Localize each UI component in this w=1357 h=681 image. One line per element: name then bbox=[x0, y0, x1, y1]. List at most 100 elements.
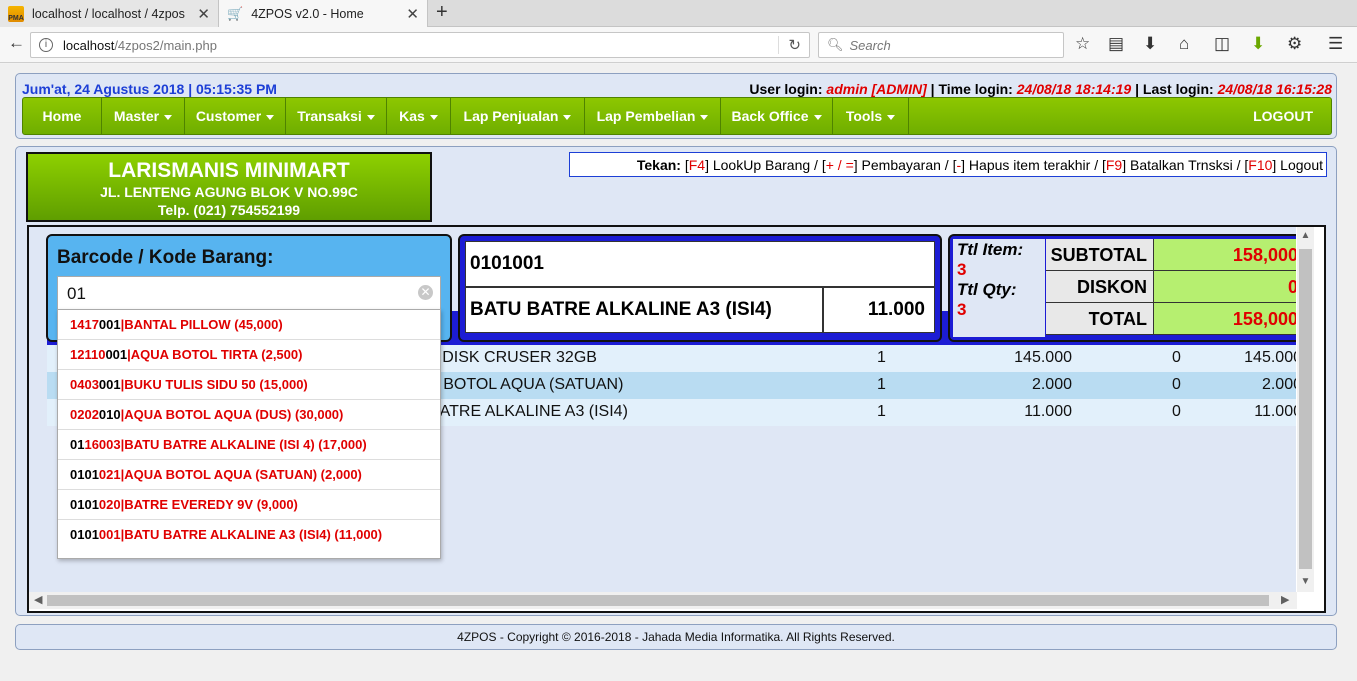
suggestion-match: 001 bbox=[98, 317, 121, 332]
home-icon[interactable]: ⌂ bbox=[1179, 34, 1189, 54]
reading-list-icon[interactable]: ▤ bbox=[1108, 34, 1124, 54]
suggestion-prefix: 1417 bbox=[70, 317, 99, 332]
suggestion-match: 01 bbox=[70, 437, 85, 452]
cell-total: 2.000 bbox=[1261, 376, 1296, 393]
vertical-scrollbar[interactable]: ▲ ▼ bbox=[1297, 227, 1314, 592]
totals-panel: Ttl Item: 3 Ttl Qty: 3 SUBTOTAL 158,000 … bbox=[948, 234, 1296, 342]
user-login-label: User login: bbox=[749, 81, 823, 97]
suggestion-match: 0101 bbox=[70, 497, 99, 512]
main-menu: Home Master Customer Transaksi Kas Lap P… bbox=[22, 97, 1332, 135]
search-input[interactable]: 🔍︎ Search bbox=[818, 32, 1064, 58]
url-host: localhost bbox=[63, 37, 115, 53]
menu-customer-label: Customer bbox=[195, 108, 262, 124]
transaction-scroll-area[interactable]: ANDISK CRUSER 32GB 1 145.000 0 145.000 A… bbox=[29, 227, 1296, 592]
menu-master[interactable]: Master bbox=[102, 98, 185, 134]
scroll-down-icon[interactable]: ▼ bbox=[1297, 576, 1314, 587]
suggestion-item[interactable]: 0101021|AQUA BOTOL AQUA (SATUAN) (2,000) bbox=[58, 460, 440, 490]
pos-main-panel: LARISMANIS MINIMART JL. LENTENG AGUNG BL… bbox=[15, 146, 1337, 616]
back-icon[interactable]: ← bbox=[8, 33, 25, 53]
hotkey-text: ] Logout bbox=[1272, 156, 1323, 173]
scrollbar-thumb[interactable] bbox=[47, 595, 1269, 606]
scroll-left-icon[interactable]: ◀ bbox=[34, 593, 42, 606]
tab-phpmyadmin[interactable]: PMA localhost / localhost / 4zpos ✕ bbox=[0, 0, 218, 27]
close-tab-icon[interactable]: ✕ bbox=[406, 5, 419, 23]
menu-customer[interactable]: Customer bbox=[185, 98, 286, 134]
menu-home-label: Home bbox=[42, 108, 82, 124]
browser-tabstrip: PMA localhost / localhost / 4zpos ✕ 🛒 4Z… bbox=[0, 0, 1357, 27]
hamburger-menu-icon[interactable]: ☰ bbox=[1328, 34, 1343, 54]
close-tab-icon[interactable]: ✕ bbox=[197, 5, 210, 23]
clear-input-icon[interactable]: ✕ bbox=[418, 285, 433, 300]
ttl-qty-value: 3 bbox=[957, 300, 967, 319]
menu-tools[interactable]: Tools bbox=[833, 98, 909, 134]
top-header: Jum'at, 24 Agustus 2018 | 05:15:35 PM Us… bbox=[15, 73, 1337, 139]
hotkey-prefix: Tekan: bbox=[636, 156, 681, 173]
new-tab-icon[interactable]: + bbox=[436, 1, 448, 24]
tab-4zpos[interactable]: 🛒 4ZPOS v2.0 - Home ✕ bbox=[218, 0, 428, 27]
menu-lap-pembelian[interactable]: Lap Pembelian bbox=[585, 98, 721, 134]
menu-lap-penjualan-label: Lap Penjualan bbox=[463, 108, 559, 124]
login-info: User login: admin [ADMIN] | Time login: … bbox=[749, 81, 1332, 97]
caret-down-icon bbox=[266, 114, 275, 120]
hotkey-text: ] LookUp Barang / [ bbox=[705, 156, 826, 173]
total-value: 158,000 bbox=[1154, 303, 1296, 335]
cell-item-name: BATRE ALKALINE A3 (ISI4) bbox=[429, 403, 628, 420]
barcode-input[interactable]: 01 ✕ bbox=[57, 276, 441, 312]
url-path: /4zpos2/main.php bbox=[114, 37, 217, 53]
suggestion-item[interactable]: 12110001|AQUA BOTOL TIRTA (2,500) bbox=[58, 340, 440, 370]
cell-qty: 1 bbox=[877, 376, 886, 393]
subtotal-label: SUBTOTAL bbox=[1046, 239, 1154, 271]
menu-lap-penjualan[interactable]: Lap Penjualan bbox=[451, 98, 585, 134]
item-display-panel: 0101001 BATU BATRE ALKALINE A3 (ISI4) 11… bbox=[458, 234, 942, 342]
pocket-icon[interactable]: ◫ bbox=[1214, 34, 1230, 54]
suggestion-item[interactable]: 0101020|BATRE EVEREDY 9V (9,000) bbox=[58, 490, 440, 520]
extension-icon[interactable]: ⚙ bbox=[1287, 34, 1302, 54]
suggestion-prefix: 12110 bbox=[70, 347, 106, 362]
last-login-value: 24/08/18 16:15:28 bbox=[1217, 81, 1332, 97]
caret-down-icon bbox=[813, 114, 822, 120]
scroll-right-icon[interactable]: ▶ bbox=[1281, 593, 1289, 606]
barcode-label: Barcode / Kode Barang: bbox=[57, 247, 274, 268]
menu-transaksi[interactable]: Transaksi bbox=[286, 98, 387, 134]
caret-down-icon bbox=[887, 114, 896, 120]
item-price: 11.000 bbox=[823, 287, 935, 333]
logout-button[interactable]: LOGOUT bbox=[1253, 98, 1331, 134]
store-phone: Telp. (021) 754552199 bbox=[157, 202, 301, 218]
menu-back-office[interactable]: Back Office bbox=[721, 98, 833, 134]
reload-icon[interactable]: ↻ bbox=[788, 36, 801, 54]
suggestion-item[interactable]: 0403001|BUKU TULIS SIDU 50 (15,000) bbox=[58, 370, 440, 400]
caret-down-icon bbox=[366, 114, 375, 120]
menu-home[interactable]: Home bbox=[23, 98, 102, 134]
horizontal-scrollbar[interactable]: ◀ ▶ bbox=[29, 592, 1297, 609]
download-icon[interactable]: ⬇ bbox=[1143, 34, 1157, 54]
suggestion-item[interactable]: 1417001|BANTAL PILLOW (45,000) bbox=[58, 310, 440, 340]
hotkey-f9: F9 bbox=[1105, 156, 1123, 173]
count-summary: Ttl Item: 3 Ttl Qty: 3 bbox=[953, 239, 1045, 337]
info-icon[interactable]: i bbox=[39, 38, 53, 52]
suggestion-item[interactable]: 0116003|BATU BATRE ALKALINE (ISI 4) (17,… bbox=[58, 430, 440, 460]
url-bar[interactable]: i localhost/4zpos2/main.php ↻ bbox=[30, 32, 810, 58]
scroll-up-icon[interactable]: ▲ bbox=[1297, 230, 1314, 241]
bookmark-star-icon[interactable]: ☆ bbox=[1075, 34, 1090, 54]
hotkey-f10: F10 bbox=[1248, 156, 1273, 173]
url-divider bbox=[778, 36, 779, 54]
browser-navbar: ← i localhost/4zpos2/main.php ↻ 🔍︎ Searc… bbox=[0, 27, 1357, 63]
hotkey-text: ] Hapus item terakhir / [ bbox=[961, 156, 1106, 173]
cell-price: 145.000 bbox=[1014, 349, 1072, 366]
caret-down-icon bbox=[429, 114, 438, 120]
menu-kas[interactable]: Kas bbox=[387, 98, 451, 134]
subtotal-value: 158,000 bbox=[1154, 239, 1296, 271]
scrollbar-thumb[interactable] bbox=[1299, 249, 1312, 569]
hotkey-text: ] Pembayaran / [ bbox=[853, 156, 957, 173]
hotkey-plus: + / = bbox=[825, 156, 854, 173]
item-name: BATU BATRE ALKALINE A3 (ISI4) bbox=[465, 287, 823, 333]
suggestion-item[interactable]: 0202010|AQUA BOTOL AQUA (DUS) (30,000) bbox=[58, 400, 440, 430]
last-login-label: Last login: bbox=[1142, 81, 1214, 97]
extension-download-icon[interactable]: ⬇ bbox=[1251, 34, 1265, 54]
suggestion-item[interactable]: 0101001|BATU BATRE ALKALINE A3 (ISI4) (1… bbox=[58, 520, 440, 550]
caret-down-icon bbox=[563, 114, 572, 120]
ttl-item-label: Ttl Item: bbox=[957, 240, 1024, 259]
suggestion-text: |AQUA BOTOL TIRTA (2,500) bbox=[127, 347, 303, 362]
menu-master-label: Master bbox=[113, 108, 160, 124]
time-login-label: Time login: bbox=[938, 81, 1013, 97]
